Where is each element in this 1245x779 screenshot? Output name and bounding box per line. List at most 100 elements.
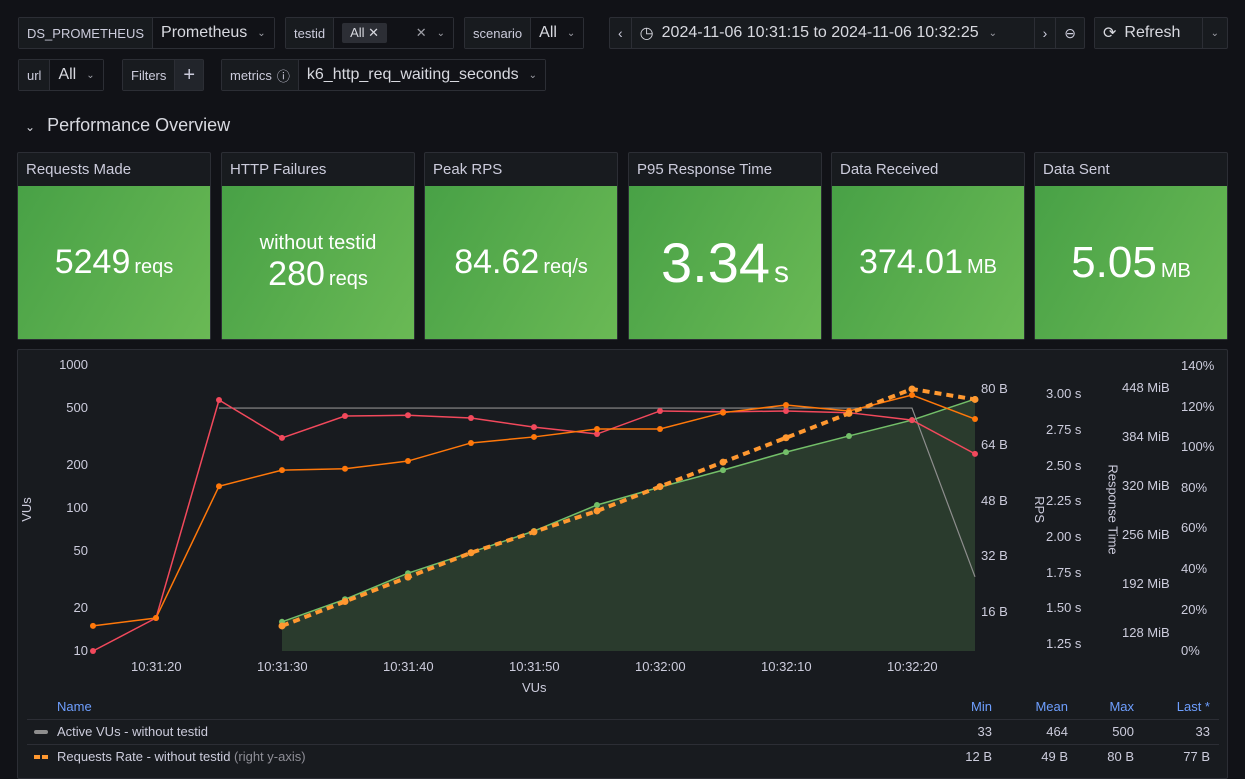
legend-mean: 49 B: [1041, 749, 1068, 764]
legend-last: 77 B: [1183, 749, 1210, 764]
axis-tick: 2.75 s: [1046, 422, 1082, 437]
data-point: [720, 409, 726, 416]
data-point: [90, 648, 96, 654]
data-point: [908, 385, 916, 393]
axis-tick: 1.25 s: [1046, 636, 1082, 651]
axis-tick: 128 MiB: [1122, 625, 1170, 640]
data-point: [468, 439, 474, 446]
data-point: [278, 622, 286, 630]
data-point: [405, 412, 411, 419]
legend-series-name: Requests Rate - without testid: [57, 749, 231, 764]
data-point: [720, 467, 726, 474]
axis-tick: 2.50 s: [1046, 458, 1082, 473]
axis-tick: 16 B: [981, 604, 1008, 619]
axis-tick: 0%: [1181, 643, 1200, 658]
axis-tick: 120%: [1181, 399, 1215, 414]
legend-header-name[interactable]: Name: [57, 699, 92, 714]
legend-item[interactable]: Active VUs - without testid: [57, 724, 208, 739]
legend-line-icon: [34, 730, 48, 734]
axis-tick: 2.00 s: [1046, 529, 1082, 544]
axis-tick: 20%: [1181, 602, 1208, 617]
axis-tick: 80%: [1181, 480, 1208, 495]
data-point: [845, 409, 853, 417]
axis-tick: 1.75 s: [1046, 565, 1082, 580]
data-point: [909, 417, 915, 424]
series-area: [282, 399, 975, 651]
data-point: [782, 434, 790, 442]
data-point: [216, 483, 222, 490]
axis-tick: 10:32:20: [887, 659, 938, 674]
axis-tick: 3.00 s: [1046, 386, 1082, 401]
legend-header-max[interactable]: Max: [1109, 699, 1134, 714]
data-point: [404, 573, 412, 581]
axis-tick: 10:32:10: [761, 659, 812, 674]
data-point: [341, 598, 349, 606]
axis-tick: 64 B: [981, 437, 1008, 452]
legend-max: 500: [1112, 724, 1134, 739]
legend-dash-icon: [34, 755, 48, 759]
axis-tick: 32 B: [981, 548, 1008, 563]
axis-tick: 384 MiB: [1122, 429, 1170, 444]
axis-tick: 100: [66, 500, 88, 515]
axis-tick: 192 MiB: [1122, 576, 1170, 591]
axis-tick: 100%: [1181, 439, 1215, 454]
legend-header-mean[interactable]: Mean: [1035, 699, 1068, 714]
axis-tick: 10:31:40: [383, 659, 434, 674]
data-point: [342, 465, 348, 472]
data-point: [719, 458, 727, 466]
axis-tick: 10:32:00: [635, 659, 686, 674]
legend-min: 12 B: [965, 749, 992, 764]
data-point: [657, 425, 663, 432]
data-point: [657, 407, 663, 414]
axis-tick: 256 MiB: [1122, 527, 1170, 542]
data-point: [594, 501, 600, 508]
data-point: [972, 450, 978, 457]
data-point: [846, 432, 852, 439]
axis-tick: 320 MiB: [1122, 478, 1170, 493]
data-point: [468, 414, 474, 421]
axis-tick: 40%: [1181, 561, 1208, 576]
axis-tick: 1.50 s: [1046, 600, 1082, 615]
y-axis-label-vus: VUs: [18, 497, 34, 522]
data-point: [405, 458, 411, 465]
data-point: [972, 416, 978, 423]
data-point: [216, 397, 222, 404]
axis-tick: 10: [73, 643, 88, 658]
y-axis-label-response-time: Response Time: [1105, 464, 1121, 555]
data-point: [594, 425, 600, 432]
data-point: [971, 395, 979, 403]
axis-tick: 448 MiB: [1122, 380, 1170, 395]
data-point: [783, 449, 789, 456]
data-point: [467, 549, 475, 557]
data-point: [783, 407, 789, 414]
legend-item[interactable]: Requests Rate - without testid (right y-…: [57, 749, 306, 764]
axis-tick: 10:31:50: [509, 659, 560, 674]
legend-series-name: Active VUs - without testid: [57, 724, 208, 739]
data-point: [153, 615, 159, 622]
legend-header-last[interactable]: Last *: [1177, 699, 1210, 714]
axis-tick: 50: [73, 543, 88, 559]
axis-tick: 10:31:20: [131, 659, 182, 674]
axis-tick: 20: [73, 599, 88, 615]
divider: [27, 719, 1219, 720]
data-point: [279, 434, 285, 441]
legend-axis-note: (right y-axis): [234, 749, 306, 764]
axis-tick: 200: [66, 456, 88, 472]
axis-tick: 10:31:30: [257, 659, 308, 674]
x-axis-label: VUs: [522, 680, 547, 695]
axis-tick: 48 B: [981, 493, 1008, 508]
axis-tick: 80 B: [981, 381, 1008, 396]
axis-tick: 60%: [1181, 520, 1208, 535]
data-point: [656, 483, 664, 491]
data-point: [279, 467, 285, 474]
legend-mean: 464: [1046, 724, 1068, 739]
divider: [27, 744, 1219, 745]
axis-tick: 2.25 s: [1046, 493, 1082, 508]
data-point: [530, 528, 538, 536]
axis-tick: 140%: [1181, 358, 1215, 373]
data-point: [909, 391, 915, 398]
data-point: [90, 622, 96, 629]
legend-header-min[interactable]: Min: [971, 699, 992, 714]
timeseries-chart: [90, 385, 979, 654]
legend-max: 80 B: [1107, 749, 1134, 764]
